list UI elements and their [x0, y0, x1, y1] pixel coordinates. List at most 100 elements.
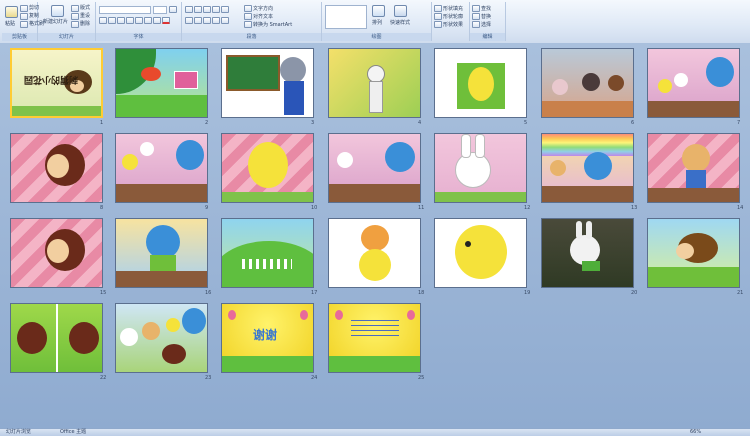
replace-button[interactable]: 替换: [481, 14, 491, 20]
columns-icon[interactable]: [221, 17, 229, 24]
slide-thumbnail-11[interactable]: [328, 133, 421, 203]
hedgehog-icon: [162, 344, 186, 364]
chick-icon: [468, 67, 494, 101]
spacing-icon[interactable]: [144, 17, 152, 24]
font-color-icon[interactable]: [162, 17, 170, 24]
slide-thumbnail-1[interactable]: 刺猬的小花园: [10, 48, 103, 118]
decrease-indent-icon[interactable]: [203, 6, 211, 13]
slide-thumbnail-16[interactable]: [115, 218, 208, 288]
select-icon[interactable]: [472, 21, 480, 28]
quick-styles-button[interactable]: 快速样式: [390, 20, 410, 26]
cat-icon: [361, 225, 389, 251]
elephant-icon: [176, 140, 204, 170]
find-icon[interactable]: [472, 5, 480, 12]
align-text-icon[interactable]: [244, 13, 252, 20]
shape-outline-button[interactable]: 形状轮廓: [443, 14, 463, 20]
mushroom-house-icon: [141, 67, 161, 81]
copy-icon[interactable]: [20, 13, 28, 20]
shape-effects-icon[interactable]: [434, 21, 442, 28]
shape-fill-icon[interactable]: [434, 5, 442, 12]
slide-number-7: 7: [737, 120, 741, 126]
reset-button[interactable]: 重设: [80, 13, 90, 19]
cut-icon[interactable]: [20, 5, 28, 12]
slide-thumbnail-19[interactable]: [434, 218, 527, 288]
slide-thumbnail-13[interactable]: [541, 133, 634, 203]
text-direction-icon[interactable]: [244, 5, 252, 12]
shapes-gallery[interactable]: [325, 5, 367, 29]
italic-icon[interactable]: [108, 17, 116, 24]
align-text-button[interactable]: 对齐文本: [253, 14, 273, 20]
new-slide-icon[interactable]: [51, 5, 64, 17]
smartart-icon[interactable]: [244, 21, 252, 28]
slide-thumbnail-24[interactable]: 谢谢: [221, 303, 314, 373]
slide-thumbnail-20[interactable]: [541, 218, 634, 288]
slide-thumbnail-7[interactable]: [647, 48, 740, 118]
shadow-icon[interactable]: [135, 17, 143, 24]
balloon-icon: [407, 310, 415, 320]
select-button[interactable]: 选择: [481, 22, 491, 28]
numbering-icon[interactable]: [194, 6, 202, 13]
slide-thumbnail-21[interactable]: [647, 218, 740, 288]
paste-icon[interactable]: [5, 6, 18, 18]
slide-thumbnail-12[interactable]: [434, 133, 527, 203]
align-left-icon[interactable]: [185, 17, 193, 24]
align-center-icon[interactable]: [194, 17, 202, 24]
ribbon-group-paragraph: 文字方向 对齐文本 转换为 SmartArt 段落: [182, 2, 322, 41]
arrange-icon[interactable]: [372, 5, 385, 17]
bullets-icon[interactable]: [185, 6, 193, 13]
slide-thumbnail-25[interactable]: [328, 303, 421, 373]
font-size-select[interactable]: [153, 6, 167, 14]
slide-thumbnail-6[interactable]: [541, 48, 634, 118]
slide-number-20: 20: [631, 290, 638, 296]
bold-icon[interactable]: [99, 17, 107, 24]
increase-indent-icon[interactable]: [212, 6, 220, 13]
layout-icon[interactable]: [71, 5, 79, 12]
slide-thumbnail-8[interactable]: [10, 133, 103, 203]
rabbit-ear: [461, 134, 471, 158]
slide-number-25: 25: [418, 375, 425, 381]
shape-outline-icon[interactable]: [434, 13, 442, 20]
convert-smartart-button[interactable]: 转换为 SmartArt: [253, 22, 292, 28]
slide-thumbnail-15[interactable]: [10, 218, 103, 288]
slide-thumbnail-9[interactable]: [115, 133, 208, 203]
slide-thumbnail-5[interactable]: [434, 48, 527, 118]
underline-icon[interactable]: [117, 17, 125, 24]
font-name-select[interactable]: [99, 6, 151, 14]
slide-thumbnail-17[interactable]: [221, 218, 314, 288]
replace-icon[interactable]: [472, 13, 480, 20]
shape-effects-button[interactable]: 形状效果: [443, 22, 463, 28]
slide-thumbnail-2[interactable]: [115, 48, 208, 118]
slide-thumbnail-3[interactable]: [221, 48, 314, 118]
slide-24-title: 谢谢: [253, 328, 278, 342]
slide-thumbnail-23[interactable]: [115, 303, 208, 373]
quick-styles-icon[interactable]: [394, 5, 407, 17]
new-slide-button[interactable]: 新建幻灯片: [43, 19, 68, 25]
chick-icon: [122, 154, 138, 170]
slide-number-11: 11: [418, 205, 425, 211]
slide-thumbnail-22[interactable]: [10, 303, 103, 373]
rabbit-icon: [120, 328, 138, 346]
shape-fill-button[interactable]: 形状填充: [443, 6, 463, 12]
delete-icon[interactable]: [71, 21, 79, 28]
slide-number-21: 21: [737, 290, 744, 296]
strikethrough-icon[interactable]: [126, 17, 134, 24]
text-direction-button[interactable]: 文字方向: [253, 6, 273, 12]
slide-thumbnail-4[interactable]: [328, 48, 421, 118]
grass-band: [222, 356, 313, 372]
line-spacing-icon[interactable]: [221, 6, 229, 13]
align-right-icon[interactable]: [203, 17, 211, 24]
grow-font-icon[interactable]: [169, 6, 177, 13]
find-button[interactable]: 查找: [481, 6, 491, 12]
slide-thumbnail-10[interactable]: [221, 133, 314, 203]
justify-icon[interactable]: [212, 17, 220, 24]
format-painter-icon[interactable]: [20, 21, 28, 28]
slide-number-16: 16: [205, 290, 212, 296]
layout-button[interactable]: 版式: [80, 5, 90, 11]
paste-button[interactable]: 粘贴: [5, 21, 15, 27]
slide-thumbnail-14[interactable]: [647, 133, 740, 203]
arrange-button[interactable]: 排列: [372, 20, 382, 26]
slide-thumbnail-18[interactable]: [328, 218, 421, 288]
delete-button[interactable]: 删除: [80, 21, 90, 27]
reset-icon[interactable]: [71, 13, 79, 20]
change-case-icon[interactable]: [153, 17, 161, 24]
